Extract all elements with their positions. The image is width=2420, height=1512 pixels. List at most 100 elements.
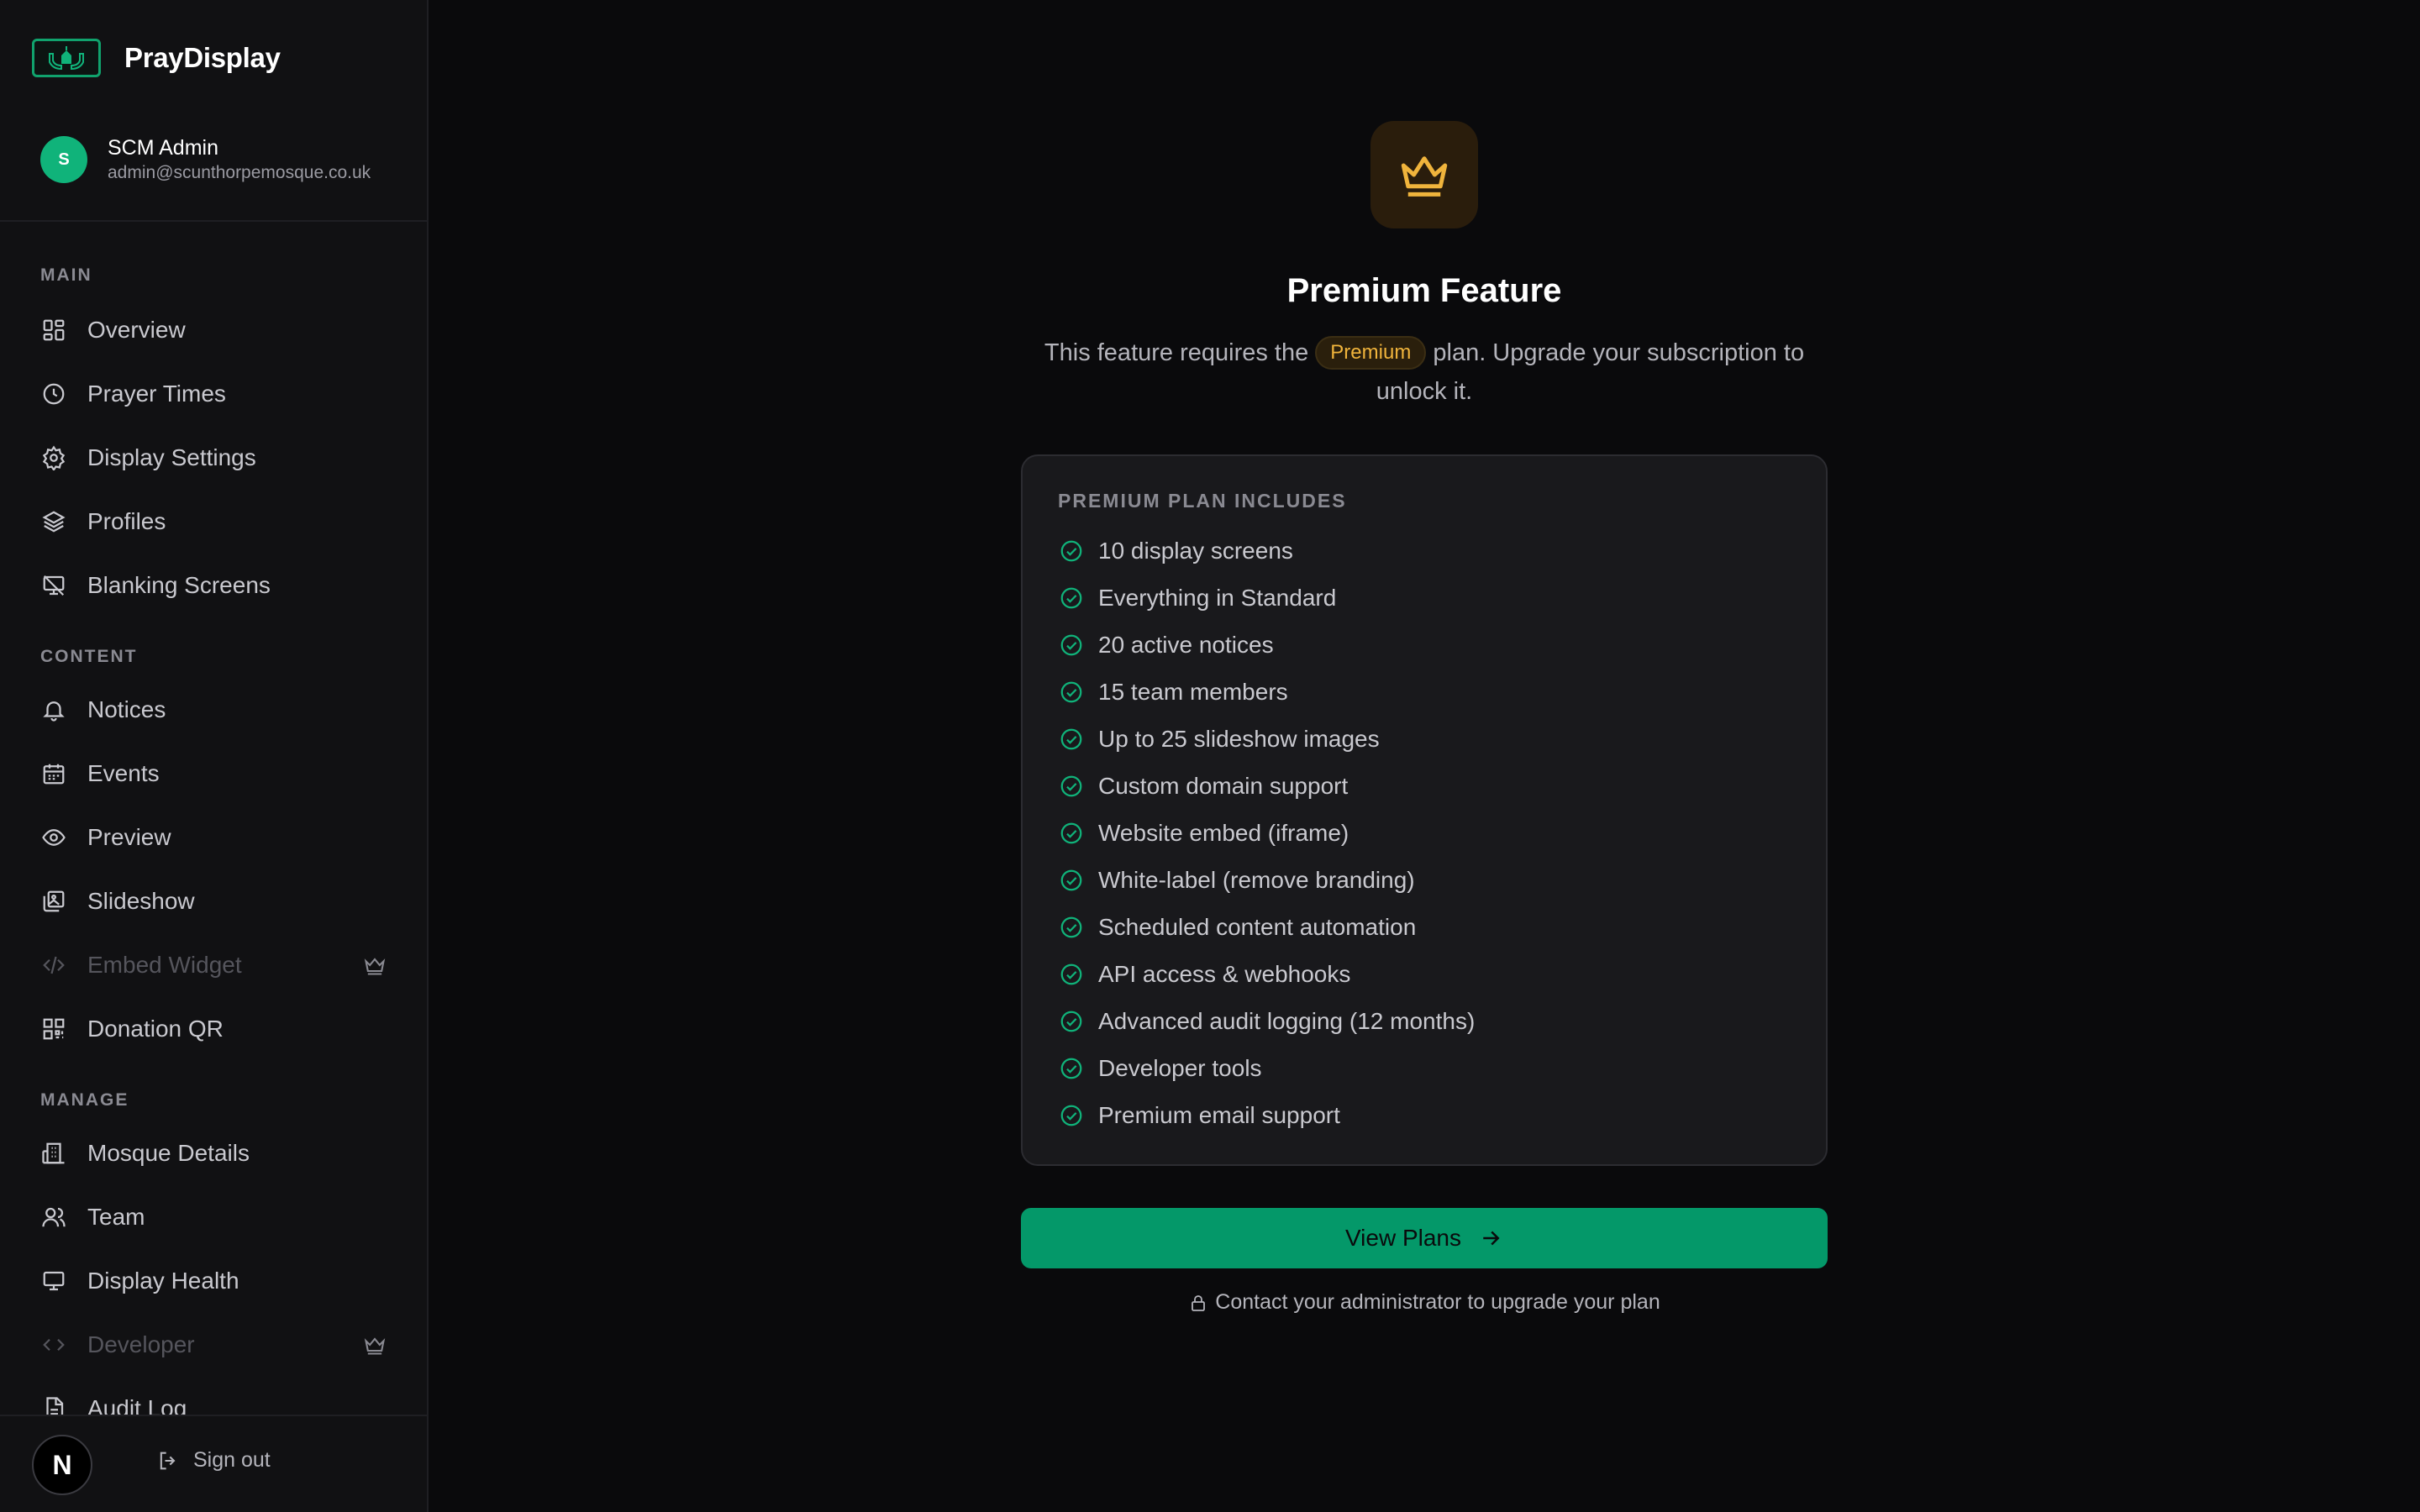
sidebar-item-label: Profiles (87, 508, 166, 534)
check-circle-icon (1058, 820, 1085, 847)
page-title: Premium Feature (1286, 272, 1562, 309)
feature-item: Advanced audit logging (12 months) (1058, 998, 1791, 1045)
sidebar-item-display-settings[interactable]: Display Settings (40, 437, 387, 479)
feature-item: Scheduled content automation (1058, 904, 1791, 951)
check-circle-icon (1058, 961, 1085, 988)
check-circle-icon (1058, 914, 1085, 941)
calendar-icon (40, 760, 67, 787)
feature-description: This feature requires the Premium plan. … (1021, 333, 1828, 411)
feature-item: Custom domain support (1058, 763, 1791, 810)
avatar: S (40, 136, 87, 183)
sidebar-item-mosque-details[interactable]: Mosque Details (40, 1132, 387, 1174)
bell-icon (40, 696, 67, 723)
feature-text: Advanced audit logging (12 months) (1098, 1008, 1476, 1034)
check-circle-icon (1058, 585, 1085, 612)
gear-icon (40, 444, 67, 471)
section-label-manage: MANAGE (40, 1090, 129, 1110)
sidebar-item-label: Developer (87, 1331, 195, 1357)
sign-out-label: Sign out (193, 1448, 271, 1472)
sidebar-item-label: Notices (87, 696, 166, 722)
feature-text: Up to 25 slideshow images (1098, 726, 1380, 752)
sidebar-item-label: Events (87, 760, 160, 786)
images-icon (40, 888, 67, 915)
app-root: PrayDisplay S SCM Admin admin@scunthorpe… (0, 0, 2420, 1512)
sidebar-item-events[interactable]: Events (40, 753, 387, 795)
upgrade-note-text: Contact your administrator to upgrade yo… (1215, 1290, 1660, 1314)
user-profile[interactable]: S SCM Admin admin@scunthorpemosque.co.uk (40, 134, 371, 185)
feature-item: Premium email support (1058, 1092, 1791, 1139)
check-circle-icon (1058, 1055, 1085, 1082)
crown-icon (363, 1333, 387, 1357)
sidebar-item-donation-qr[interactable]: Donation QR (40, 1008, 387, 1050)
sidebar-item-audit-log[interactable]: Audit Log (40, 1388, 387, 1416)
sidebar-item-label: Embed Widget (87, 952, 242, 978)
sidebar-item-developer[interactable]: Developer (40, 1324, 387, 1366)
qr-icon (40, 1016, 67, 1042)
sidebar-item-team[interactable]: Team (40, 1196, 387, 1238)
feature-text: Premium email support (1098, 1102, 1340, 1128)
check-circle-icon (1058, 867, 1085, 894)
sidebar-item-label: Slideshow (87, 888, 195, 914)
logout-icon (160, 1452, 176, 1469)
card-header: PREMIUM PLAN INCLUDES (1058, 490, 1347, 512)
crown-icon (363, 953, 387, 977)
sidebar-item-blanking-screens[interactable]: Blanking Screens (40, 564, 387, 606)
sidebar-item-prayer-times[interactable]: Prayer Times (40, 373, 387, 415)
eye-icon (40, 824, 67, 851)
sidebar-item-display-health[interactable]: Display Health (40, 1260, 387, 1302)
sign-out-button[interactable]: Sign out (156, 1448, 271, 1473)
users-icon (40, 1204, 67, 1231)
check-circle-icon (1058, 1102, 1085, 1129)
crown-icon (1401, 156, 1448, 197)
feature-text: 20 active notices (1098, 632, 1274, 658)
lock-icon (1192, 1294, 1206, 1311)
premium-gate: Premium Feature This feature requires th… (429, 0, 2420, 1315)
brand[interactable]: PrayDisplay (32, 39, 281, 77)
description-text-before: This feature requires the (1044, 339, 1316, 366)
view-plans-button[interactable]: View Plans (1021, 1208, 1828, 1268)
feature-item: 10 display screens (1058, 528, 1791, 575)
user-name: SCM Admin (108, 136, 218, 160)
sidebar-item-notices[interactable]: Notices (40, 689, 387, 731)
arrow-right-icon (1483, 1231, 1500, 1246)
grid-icon (40, 317, 67, 344)
check-circle-icon (1058, 1008, 1085, 1035)
sidebar: PrayDisplay S SCM Admin admin@scunthorpe… (0, 0, 429, 1512)
sidebar-item-label: Display Health (87, 1268, 239, 1294)
check-circle-icon (1058, 632, 1085, 659)
feature-item: Developer tools (1058, 1045, 1791, 1092)
sidebar-item-label: Preview (87, 824, 171, 850)
feature-item: 15 team members (1058, 669, 1791, 716)
sidebar-item-label: Prayer Times (87, 381, 226, 407)
sidebar-item-profiles[interactable]: Profiles (40, 501, 387, 543)
user-email: admin@scunthorpemosque.co.uk (108, 163, 371, 182)
plan-features-card: PREMIUM PLAN INCLUDES 10 display screens… (1021, 454, 1828, 1166)
sidebar-nav: MAIN Overview Prayer Times Display Setti… (0, 220, 427, 1416)
code-brackets-icon (40, 1331, 67, 1358)
section-label-main: MAIN (40, 265, 92, 285)
feature-item: API access & webhooks (1058, 951, 1791, 998)
main-content: Premium Feature This feature requires th… (429, 0, 2420, 1512)
feature-text: Scheduled content automation (1098, 914, 1417, 940)
dev-badge[interactable]: N (32, 1435, 92, 1495)
sidebar-item-slideshow[interactable]: Slideshow (40, 880, 387, 922)
feature-list: 10 display screens Everything in Standard… (1058, 528, 1791, 1139)
logo-icon (32, 39, 101, 77)
layers-icon (40, 508, 67, 535)
plan-badge: Premium (1315, 336, 1427, 370)
check-circle-icon (1058, 538, 1085, 564)
sidebar-item-overview[interactable]: Overview (40, 309, 387, 351)
sidebar-item-label: Display Settings (87, 444, 256, 470)
sidebar-item-label: Donation QR (87, 1016, 224, 1042)
sidebar-item-embed-widget[interactable]: Embed Widget (40, 944, 387, 986)
feature-text: API access & webhooks (1098, 961, 1351, 987)
sidebar-footer: N Sign out (0, 1415, 427, 1512)
app-name: PrayDisplay (124, 42, 281, 73)
building-icon (40, 1140, 67, 1167)
upgrade-note: Contact your administrator to upgrade yo… (1188, 1290, 1660, 1315)
feature-text: Website embed (iframe) (1098, 820, 1349, 846)
sidebar-item-label: Audit Log (87, 1395, 187, 1416)
sidebar-item-label: Mosque Details (87, 1140, 250, 1166)
feature-item: 20 active notices (1058, 622, 1791, 669)
sidebar-item-preview[interactable]: Preview (40, 816, 387, 858)
